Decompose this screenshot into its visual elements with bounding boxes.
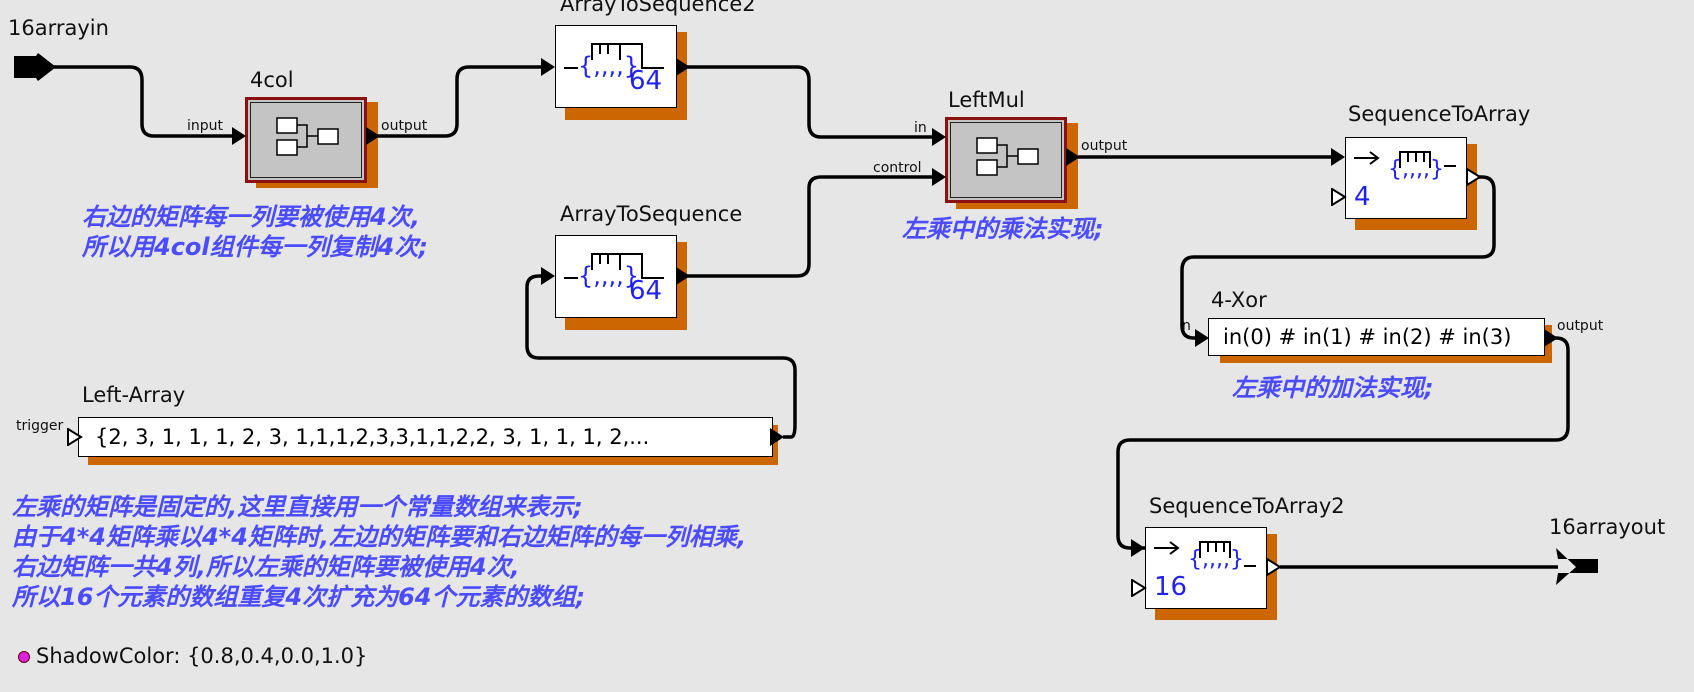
output-port-label: 16arrayout <box>1549 515 1666 539</box>
port-arrow-icon <box>232 127 246 145</box>
comment-line: 所以用4col组件每一列复制4次; <box>82 233 428 261</box>
parameter-dot-icon <box>18 651 30 663</box>
port-arrow-icon <box>1066 148 1080 166</box>
array-sequence-icon: {,,,,} <box>1154 541 1256 572</box>
composite-actor-icon <box>976 137 1039 176</box>
port-arrow-icon <box>932 128 946 146</box>
port-arrow-icon <box>1331 188 1347 206</box>
port-arrow-icon <box>1195 329 1209 347</box>
wire-ats2-to-leftmul <box>685 65 940 139</box>
sta2-title: SequenceToArray2 <box>1149 494 1345 518</box>
diagram-canvas: 16arrayin 16arrayout 4col input output A… <box>0 0 1694 692</box>
leftmul-in-label: in <box>914 120 927 136</box>
port-arrow-icon <box>1131 579 1147 597</box>
composite-actor-icon <box>276 117 339 156</box>
sta-actor[interactable]: {,,,,} 4 <box>1345 137 1467 219</box>
left-array-value: {2, 3, 1, 1, 1, 2, 3, 1,1,1,2,3,3,1,1,2,… <box>95 425 650 449</box>
ats-length: 64 <box>629 276 663 306</box>
sta-title: SequenceToArray <box>1348 102 1531 126</box>
comment-line: 由于4*4矩阵乘以4*4矩阵时,左边的矩阵要和右边矩阵的每一列相乘, <box>12 523 747 551</box>
sta2-length: 16 <box>1154 572 1188 602</box>
xor-actor[interactable]: in(0) # in(1) # in(2) # in(3) <box>1208 318 1545 356</box>
port-arrow-icon <box>1331 148 1345 166</box>
4col-input-label: input <box>187 118 224 134</box>
4col-actor[interactable] <box>245 97 367 183</box>
ats2-title: ArrayToSequence2 <box>560 0 756 16</box>
port-arrow-icon <box>541 267 555 285</box>
leftmul-actor[interactable] <box>945 117 1067 203</box>
xor-expression: in(0) # in(1) # in(2) # in(3) <box>1223 325 1512 349</box>
4col-title: 4col <box>250 68 294 92</box>
port-arrow-icon <box>676 58 690 76</box>
port-arrow-icon <box>676 267 690 285</box>
comment-left-matrix: 左乘的矩阵是固定的,这里直接用一个常量数组来表示; 由于4*4矩阵乘以4*4矩阵… <box>12 492 746 612</box>
port-arrow-icon <box>1131 539 1145 557</box>
leftmul-title: LeftMul <box>948 88 1025 112</box>
xor-output-label: output <box>1557 318 1604 334</box>
comment-line: 右边矩阵一共4列,所以左乘的矩阵要被使用4次, <box>12 553 520 581</box>
parameter-shadow-color[interactable]: ShadowColor: {0.8,0.4,0.0,1.0} <box>36 644 367 668</box>
comment-line: 右边的矩阵每一列要被使用4次, <box>82 203 420 231</box>
output-port-icon <box>1556 548 1598 585</box>
port-arrow-icon <box>932 168 946 186</box>
leftmul-control-label: control <box>873 160 922 176</box>
port-arrow-icon <box>770 428 784 446</box>
comment-line: 左乘的矩阵是固定的,这里直接用一个常量数组来表示; <box>12 493 583 521</box>
comment-right-matrix: 右边的矩阵每一列要被使用4次, 所以用4col组件每一列复制4次; <box>82 202 428 262</box>
xor-n-label: n <box>1182 318 1191 334</box>
port-arrow-icon <box>67 428 83 446</box>
ats2-actor[interactable]: {,,,,} 64 <box>555 25 677 108</box>
leftmul-output-label: output <box>1081 138 1128 154</box>
left-array-trigger-label: trigger <box>16 418 64 434</box>
ats-title: ArrayToSequence <box>560 202 743 226</box>
array-sequence-icon: {,,,,} <box>1354 151 1456 182</box>
left-array-actor[interactable]: {2, 3, 1, 1, 1, 2, 3, 1,1,1,2,3,3,1,1,2,… <box>78 417 773 457</box>
comment-mul: 左乘中的乘法实现; <box>902 215 1104 243</box>
ats-actor[interactable]: {,,,,} 64 <box>555 235 677 318</box>
input-port-icon <box>14 53 56 81</box>
port-arrow-icon <box>1466 168 1482 186</box>
comment-add: 左乘中的加法实现; <box>1232 374 1434 402</box>
4col-output-label: output <box>381 118 428 134</box>
port-arrow-icon <box>1266 558 1282 576</box>
sta-length: 4 <box>1354 182 1371 212</box>
port-arrow-icon <box>1544 329 1558 347</box>
sta2-actor[interactable]: {,,,,} 16 <box>1145 527 1267 609</box>
port-arrow-icon <box>541 58 555 76</box>
xor-title: 4-Xor <box>1211 288 1267 312</box>
left-array-title: Left-Array <box>82 383 186 407</box>
port-arrow-icon <box>366 127 380 145</box>
ats2-length: 64 <box>629 66 663 96</box>
input-port-label: 16arrayin <box>8 16 109 40</box>
comment-line: 所以16个元素的数组重复4次扩充为64个元素的数组; <box>12 583 586 611</box>
